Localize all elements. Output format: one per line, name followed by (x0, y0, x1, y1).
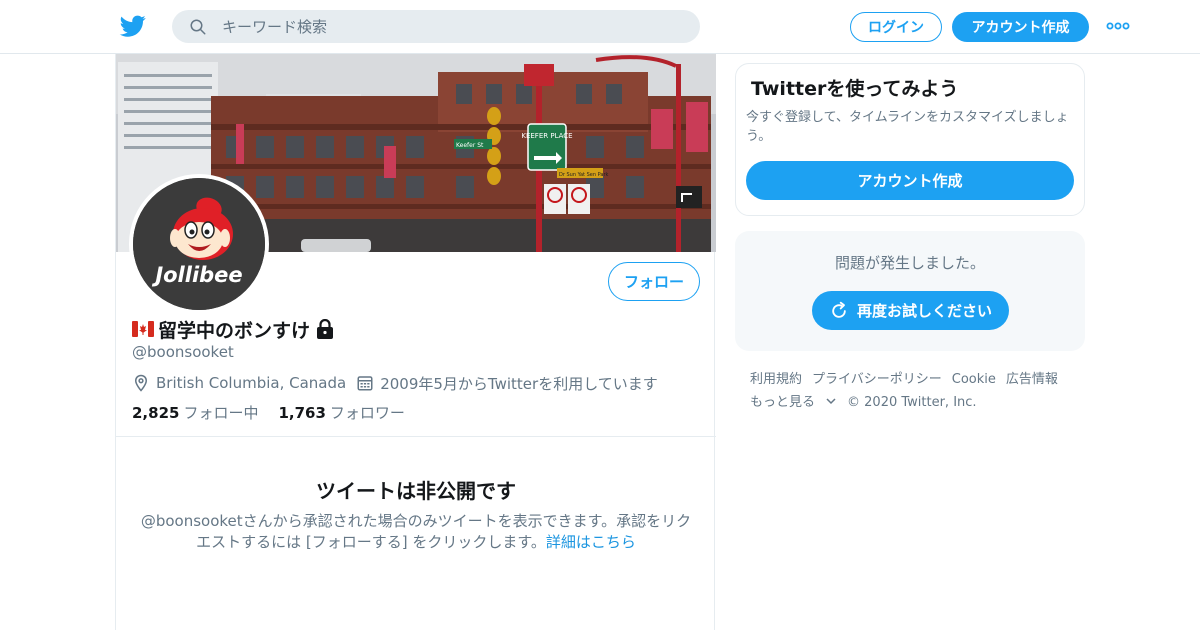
avatar-logo-text: Jollibee (151, 263, 242, 287)
banner-street-sign: Keefer St (456, 142, 484, 149)
signup-card-body: 今すぐ登録して、タイムラインをカスタマイズしましょう。 (746, 110, 1069, 144)
footer-more-label: もっと見る (750, 395, 816, 410)
more-options-icon[interactable] (1104, 18, 1132, 34)
signup-button[interactable]: アカウント作成 (952, 12, 1089, 42)
profile-column: KEEFER PLACE Keefer St Dr Sun Yat Sen Pa… (115, 54, 716, 630)
lock-icon (317, 319, 334, 339)
profile-display-name: 留学中のボンすけ (158, 319, 311, 342)
error-card: 問題が発生しました。 再度お試しください (735, 231, 1085, 351)
profile-avatar[interactable]: Jollibee (129, 174, 269, 314)
login-button[interactable]: ログイン (850, 12, 942, 42)
footer-link-cookie[interactable]: Cookie (952, 368, 996, 391)
search-icon (190, 19, 206, 35)
followers-count: 1,763 (278, 404, 326, 422)
footer-more-link[interactable]: もっと見る (750, 391, 837, 414)
profile-stats: 2,825 フォロー中 1,763 フォロワー (132, 402, 425, 423)
following-count: 2,825 (132, 404, 180, 422)
banner-keefer-place-sign: KEEFER PLACE (521, 132, 572, 140)
footer-link-terms[interactable]: 利用規約 (750, 368, 802, 391)
profile-meta: British Columbia, Canada 2009年5月からTwitte… (132, 372, 658, 394)
section-divider (116, 436, 716, 437)
search-bar (172, 10, 700, 43)
followers-label: フォロワー (329, 404, 405, 422)
refresh-icon (832, 301, 846, 318)
footer-links: 利用規約 プライバシーポリシー Cookie 広告情報 もっと見る © 2020… (750, 368, 1090, 414)
search-input[interactable] (222, 10, 682, 43)
following-label: フォロー中 (183, 404, 259, 422)
footer-link-privacy[interactable]: プライバシーポリシー (812, 368, 942, 391)
retry-button[interactable]: 再度お試しください (812, 291, 1009, 330)
signup-card-title: Twitterを使ってみよう (751, 78, 959, 100)
learn-more-link[interactable]: 詳細はこちら (546, 533, 636, 551)
footer-copyright: © 2020 Twitter, Inc. (847, 395, 977, 410)
protected-tweets-title: ツイートは非公開です (316, 479, 516, 503)
retry-button-label: 再度お試しください (856, 302, 992, 320)
twitter-logo-icon[interactable] (119, 13, 147, 39)
followers-stat[interactable]: 1,763 フォロワー (278, 402, 404, 423)
protected-tweets-message: @boonsooketさんから承認された場合のみツイートを表示できます。承認をリ… (136, 511, 696, 553)
calendar-icon (357, 376, 373, 391)
top-navigation-bar: ログイン アカウント作成 (0, 0, 1200, 54)
chevron-down-icon (826, 398, 836, 405)
signup-prompt-card: Twitterを使ってみよう 今すぐ登録して、タイムラインをカスタマイズしましょ… (735, 63, 1085, 216)
footer-link-ads[interactable]: 広告情報 (1006, 368, 1058, 391)
follow-button[interactable]: フォロー (608, 262, 700, 301)
profile-location: British Columbia, Canada (156, 374, 347, 392)
following-stat[interactable]: 2,825 フォロー中 (132, 402, 258, 423)
profile-handle: @boonsooket (132, 343, 234, 361)
location-pin-icon (134, 374, 148, 392)
banner-park-sign: Dr Sun Yat Sen Park (559, 172, 608, 178)
profile-name-row: 留学中のボンすけ (132, 316, 335, 342)
error-message: 問題が発生しました。 (834, 254, 985, 272)
profile-join-date: 2009年5月からTwitterを利用しています (380, 374, 658, 393)
canada-flag-icon (132, 321, 154, 337)
signup-card-button[interactable]: アカウント作成 (746, 161, 1074, 200)
